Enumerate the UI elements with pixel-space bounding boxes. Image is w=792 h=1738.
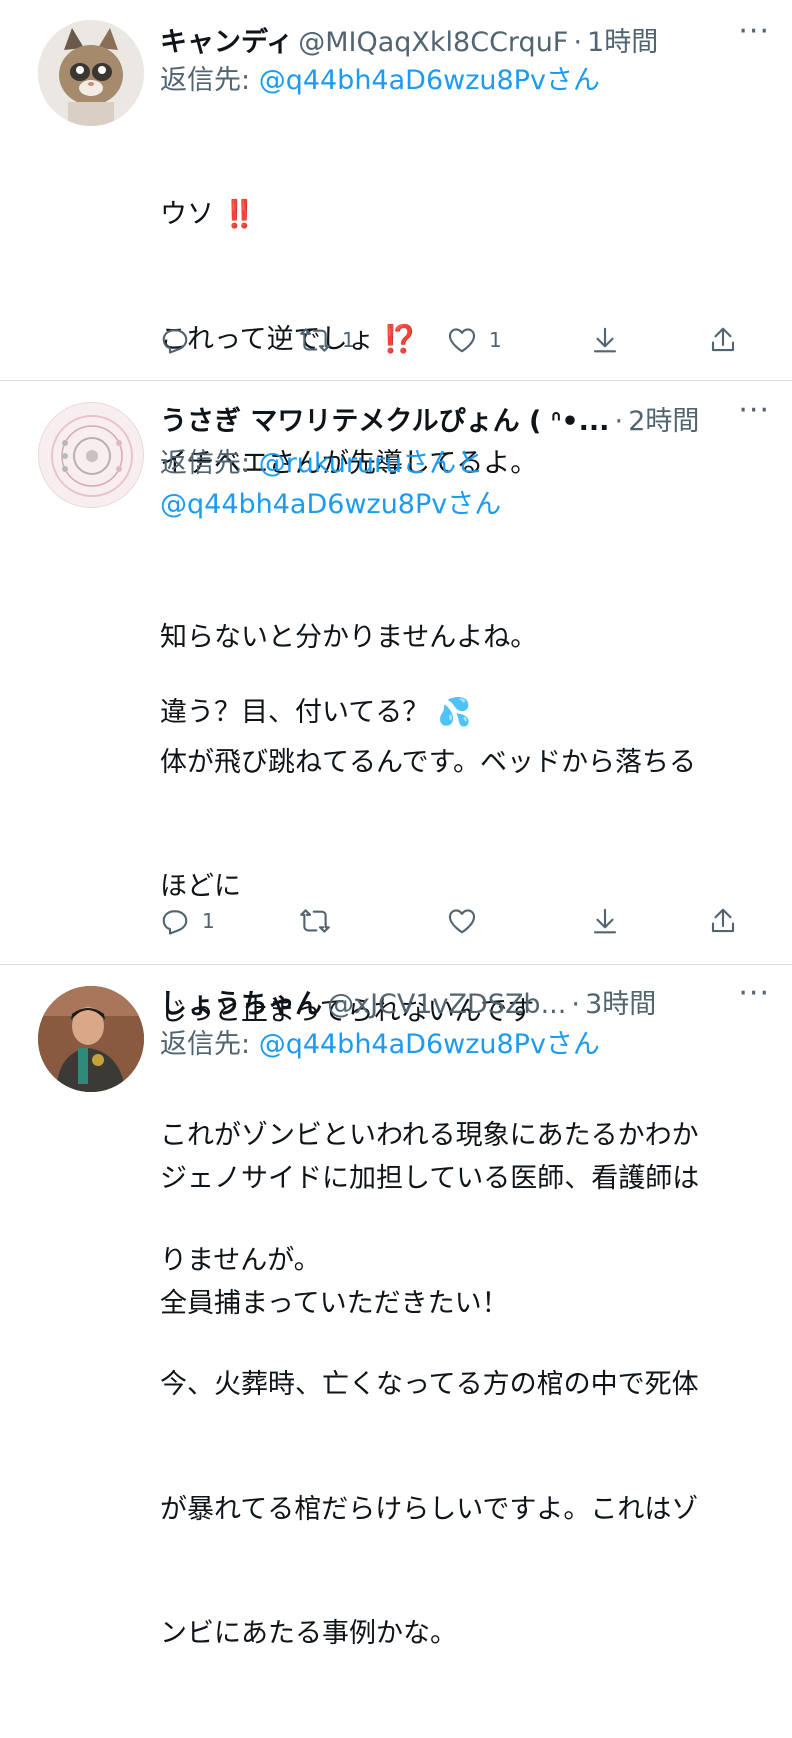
reply-mention[interactable]: @q44bh4aD6wzu8Pvさん [259,65,600,96]
more-options-icon[interactable]: ··· [738,982,770,1011]
reply-prefix: 返信先: [160,1029,259,1060]
action-bar: 1 1 [160,320,750,360]
tweet-1[interactable]: キャンディ @MIQaqXkl8CCrquF · 1時間 ··· 返信先: @q… [0,0,792,728]
retweet-button[interactable]: 1 [300,320,355,360]
like-icon [448,328,476,353]
share-icon [711,908,735,933]
timestamp[interactable]: 3時間 [585,989,656,1020]
reply-button[interactable] [160,320,202,360]
text-line: ウソ ‼️ [160,199,257,230]
like-count: 1 [489,328,502,352]
display-name[interactable]: キャンディ [160,27,293,58]
tweet-header: うさぎ マワリテメクルぴょん ( ᐢ•... · 2時間 ··· [160,399,770,439]
user-handle[interactable]: @xJCV1vZDSZb... [327,989,566,1020]
separator-dot: · [573,27,583,58]
share-button[interactable] [708,901,738,941]
text-line: 体が飛び跳ねてるんです。ベッドから落ちる [160,746,696,778]
action-bar: 1 [160,901,750,941]
like-button[interactable] [447,901,489,941]
reply-icon [162,910,188,935]
like-button[interactable]: 1 [447,320,502,360]
text-line: が暴れてる棺だらけらしいですよ。これはゾ [160,1493,699,1525]
emblem-avatar-image [39,403,143,507]
tweet-text: ジェノサイドに加担している医師、看護師は 全員捕まっていただきたい！ [160,1075,752,1407]
more-options-icon[interactable]: ··· [738,20,770,49]
avatar[interactable] [38,402,144,508]
reply-to: 返信先: @q44bh4aD6wzu8Pvさん [160,1024,762,1065]
text-line: 知らないと分かりませんよね。 [160,622,538,653]
person-avatar-image [38,986,144,1092]
reply-mention[interactable]: @rukururuさんと [259,448,484,479]
reply-mention[interactable]: @q44bh4aD6wzu8Pvさん [160,489,501,520]
reply-count: 1 [202,909,215,933]
reply-mention[interactable]: @q44bh4aD6wzu8Pvさん [259,1029,600,1060]
download-icon [593,327,617,353]
reply-button[interactable]: 1 [160,901,215,941]
separator-dot: · [571,989,581,1020]
text-line: ジェノサイドに加担している医師、看護師は [160,1163,700,1194]
tweet-3[interactable]: しょうちゃん @xJCV1vZDSZb... · 3時間 ··· 返信先: @q… [0,965,792,1319]
share-button[interactable] [708,320,738,360]
reply-prefix: 返信先: [160,65,259,96]
display-name[interactable]: うさぎ マワリテメクルぴょん ( ᐢ•... [160,406,609,437]
timestamp[interactable]: 2時間 [628,406,699,437]
retweet-button[interactable] [300,901,342,941]
retweet-count: 1 [342,328,355,352]
reply-to: 返信先: @rukururuさんと @q44bh4aD6wzu8Pvさん [160,443,762,525]
reply-to: 返信先: @q44bh4aD6wzu8Pvさん [160,60,762,101]
tweet-header: キャンディ @MIQaqXkl8CCrquF · 1時間 ··· [160,20,770,60]
download-button[interactable] [590,901,620,941]
more-options-icon[interactable]: ··· [732,399,770,428]
text-line: ンビにあたる事例かな。 [160,1618,457,1649]
display-name[interactable]: しょうちゃん [160,989,322,1020]
retweet-icon [300,328,330,352]
avatar[interactable] [38,20,144,126]
tweet-header: しょうちゃん @xJCV1vZDSZb... · 3時間 ··· [160,982,770,1022]
text-line: 全員捕まっていただきたい！ [160,1287,509,1319]
download-button[interactable] [590,320,620,360]
like-icon [448,909,476,934]
timestamp[interactable]: 1時間 [587,27,658,58]
retweet-icon [300,909,330,933]
reply-icon [162,329,188,354]
cat-avatar-image [38,20,144,126]
separator-dot: · [614,406,624,437]
avatar[interactable] [38,986,144,1092]
download-icon [593,908,617,934]
tweet-2[interactable]: うさぎ マワリテメクルぴょん ( ᐢ•... · 2時間 ··· 返信先: @r… [0,381,792,1649]
reply-prefix: 返信先: [160,448,259,479]
share-icon [711,327,735,352]
user-handle[interactable]: @MIQaqXkl8CCrquF [298,27,568,58]
